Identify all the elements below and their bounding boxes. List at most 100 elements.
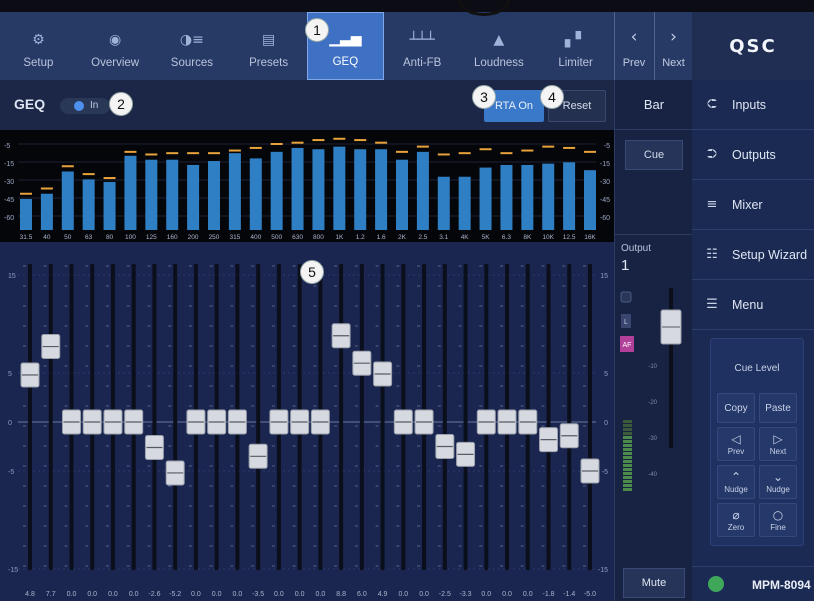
callout-3: 3	[472, 85, 496, 109]
fader-knob[interactable]	[248, 443, 268, 469]
fader-knob[interactable]	[82, 409, 102, 435]
fader-knob[interactable]	[559, 423, 579, 449]
fader-knob[interactable]	[20, 362, 40, 388]
fader-scale-left: 5	[8, 371, 12, 378]
fader-knob[interactable]	[310, 409, 330, 435]
triangle-right-icon: ▷	[773, 431, 783, 446]
fader-knob[interactable]	[414, 409, 434, 435]
fader-knob[interactable]	[352, 350, 372, 376]
fader-knob[interactable]	[61, 409, 81, 435]
rta-bar	[145, 159, 158, 230]
rta-frequency-label: 500	[271, 234, 282, 241]
fader-track	[152, 264, 157, 570]
rta-bar	[354, 149, 367, 230]
menu-item-outputs[interactable]: ⮊ Outputs	[692, 130, 814, 180]
fader-scale-left: 0	[8, 420, 12, 427]
fader-value-label: 0.0	[523, 591, 533, 598]
meter-scale-label: -30	[648, 436, 657, 442]
tab-presets[interactable]: ▤ Presets	[230, 12, 307, 80]
chevron-left-icon: ‹	[630, 27, 638, 47]
tab-loudness[interactable]: ▲ Loudness	[461, 12, 538, 80]
menu-item-label: Menu	[732, 297, 764, 312]
rta-peak	[542, 145, 555, 148]
tab-overview[interactable]: ◉ Overview	[77, 12, 154, 80]
rta-bar	[584, 170, 596, 230]
link-icon[interactable]	[620, 291, 632, 303]
cue-prev-button[interactable]: ◁ Prev	[717, 427, 755, 461]
fader-knob[interactable]	[476, 409, 496, 435]
geq-in-toggle[interactable]: In	[60, 98, 110, 114]
meter-segment	[623, 460, 632, 463]
next-label: Next	[662, 57, 685, 69]
fader-knob[interactable]	[269, 409, 289, 435]
nudge-down-button[interactable]: ⌄ Nudge	[759, 465, 797, 499]
paste-button[interactable]: Paste	[759, 393, 797, 423]
meter-scale-label: -40	[648, 472, 657, 478]
fader-knob[interactable]	[227, 409, 247, 435]
bar-mode-label[interactable]: Bar	[615, 80, 693, 130]
fader-knob[interactable]	[165, 460, 185, 486]
rta-frequency-label: 16K	[584, 234, 596, 241]
rta-frequency-label: 3.1	[439, 234, 448, 241]
rta-scale-right: -60	[600, 215, 610, 222]
fader-value-label: -5.2	[169, 591, 181, 598]
fader-knob[interactable]	[497, 409, 517, 435]
fader-knob[interactable]	[435, 434, 455, 459]
meter-segment	[623, 432, 632, 435]
zero-button[interactable]: ⌀ Zero	[717, 503, 755, 537]
rta-bar	[312, 149, 325, 230]
fader-knob[interactable]	[331, 323, 351, 349]
fader-knob[interactable]	[518, 409, 538, 435]
fader-knob[interactable]	[290, 409, 310, 435]
fader-knob[interactable]	[124, 409, 144, 435]
tab-anti-fb[interactable]: ┴┴┴ Anti-FB	[384, 12, 461, 80]
rta-peak	[458, 152, 471, 155]
rta-bar	[500, 164, 513, 230]
menu-item-label: Setup Wizard	[732, 247, 808, 262]
fader-scale-left: -15	[8, 567, 18, 574]
nudge-down-label: Nudge	[766, 484, 790, 494]
tab-limiter[interactable]: ▖▘ Limiter	[537, 12, 614, 80]
meter-scale-label: -10	[648, 364, 657, 370]
fader-value-label: -3.5	[252, 591, 264, 598]
cue-button[interactable]: Cue	[625, 140, 683, 170]
rta-frequency-label: 40	[43, 234, 51, 241]
fader-value-label: 0.0	[108, 591, 118, 598]
menu-item-menu[interactable]: ☰ Menu	[692, 280, 814, 330]
mute-button[interactable]: Mute	[623, 568, 685, 598]
rta-peak	[375, 141, 388, 144]
meter-segment	[623, 464, 632, 467]
callout-2: 2	[109, 92, 133, 116]
cue-next-button[interactable]: ▷ Next	[759, 427, 797, 461]
rta-peak	[291, 141, 304, 144]
device-bar[interactable]: MPM-8094	[692, 566, 814, 601]
tab-sources[interactable]: ◑≡ Sources	[154, 12, 231, 80]
menu-item-inputs[interactable]: ⮈ Inputs	[692, 80, 814, 130]
meter-segment	[623, 444, 632, 447]
menu-item-mixer[interactable]: ≡ Mixer	[692, 180, 814, 230]
tab-setup[interactable]: ⚙ Setup	[0, 12, 77, 80]
fader-knob[interactable]	[186, 409, 206, 435]
top-gap	[0, 0, 814, 12]
fader-knob[interactable]	[373, 361, 393, 387]
fader-knob[interactable]	[103, 409, 123, 435]
rta-bar	[291, 147, 304, 230]
copy-button[interactable]: Copy	[717, 393, 755, 423]
rta-bar	[103, 181, 116, 230]
fader-knob[interactable]	[580, 458, 600, 484]
fader-knob[interactable]	[207, 409, 227, 435]
output-fader[interactable]: L AF -10 -20 -30 -40	[615, 280, 693, 560]
prev-button[interactable]: ‹ Prev	[615, 12, 653, 80]
fader-knob[interactable]	[539, 427, 559, 453]
fine-button[interactable]: ○ Fine	[759, 503, 797, 537]
rta-peak	[103, 177, 116, 180]
menu-item-setup-wizard[interactable]: ☷ Setup Wizard	[692, 230, 814, 280]
fader-knob[interactable]	[41, 334, 61, 360]
rta-peak	[416, 145, 429, 148]
meter-segment	[623, 472, 632, 475]
fader-knob[interactable]	[393, 409, 413, 435]
fader-knob[interactable]	[144, 434, 164, 460]
fader-knob[interactable]	[456, 441, 476, 467]
nudge-up-button[interactable]: ⌃ Nudge	[717, 465, 755, 499]
next-button[interactable]: › Next	[654, 12, 692, 80]
